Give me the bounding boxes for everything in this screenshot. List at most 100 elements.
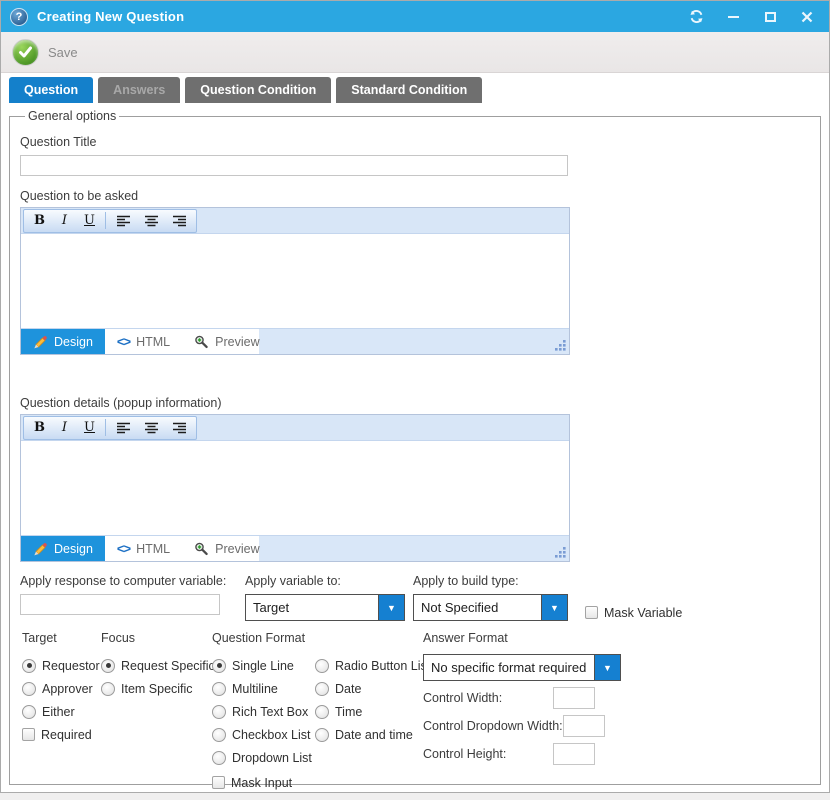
required-checkbox-row[interactable]: Required	[22, 723, 100, 746]
preview-tab[interactable]: Preview	[182, 329, 271, 354]
radio-option-approver[interactable]: Approver	[22, 677, 100, 700]
radio-icon[interactable]	[315, 728, 329, 742]
computer-variable-input[interactable]	[20, 594, 220, 615]
apply-variable-to-label: Apply variable to:	[245, 574, 413, 588]
maximize-icon[interactable]	[762, 9, 778, 25]
tab-standard-condition[interactable]: Standard Condition	[336, 77, 482, 103]
tab-answers-label: Answers	[113, 83, 165, 97]
general-options-group: General options Question Title Question …	[9, 109, 821, 785]
control-width-input[interactable]	[553, 687, 595, 709]
radio-label: Date	[335, 682, 361, 696]
align-center-icon[interactable]	[137, 418, 165, 438]
radio-option-date[interactable]: Date	[315, 677, 430, 700]
bold-icon[interactable]: B	[27, 211, 52, 231]
required-checkbox[interactable]	[22, 728, 35, 741]
underline-icon[interactable]: U	[77, 211, 102, 231]
mask-input-checkbox[interactable]	[212, 776, 225, 789]
align-right-icon[interactable]	[165, 418, 193, 438]
design-tab-label: Design	[54, 542, 93, 556]
tab-question[interactable]: Question	[9, 77, 93, 103]
radio-icon[interactable]	[212, 751, 226, 765]
details-editor-toolbar: B I U	[21, 415, 569, 441]
italic-icon[interactable]: I	[52, 418, 77, 438]
resize-grip-icon[interactable]	[555, 340, 566, 351]
radio-option-requestor[interactable]: Requestor	[22, 654, 100, 677]
dropdown-arrow-glyph: ▼	[603, 663, 612, 673]
radio-icon[interactable]	[212, 705, 226, 719]
preview-tab[interactable]: Preview	[182, 536, 271, 561]
tab-answers[interactable]: Answers	[98, 77, 180, 103]
mask-input-checkbox-row[interactable]: Mask Input	[212, 771, 315, 793]
apply-variable-to-dropdown[interactable]: Target ▼	[245, 594, 405, 621]
radio-option-multiline[interactable]: Multiline	[212, 677, 315, 700]
bold-glyph: B	[34, 213, 45, 228]
control-dropdown-width-input[interactable]	[563, 715, 605, 737]
mask-variable-checkbox[interactable]	[585, 606, 598, 619]
tab-question-condition[interactable]: Question Condition	[185, 77, 331, 103]
save-button[interactable]: Save	[12, 39, 78, 66]
radio-icon[interactable]	[212, 728, 226, 742]
radio-label: Request Specific	[121, 659, 215, 673]
apply-build-type-dropdown[interactable]: Not Specified ▼	[413, 594, 568, 621]
underline-icon[interactable]: U	[77, 418, 102, 438]
details-editor-body[interactable]	[21, 441, 569, 535]
dropdown-arrow-icon[interactable]: ▼	[378, 595, 404, 620]
radio-icon[interactable]	[22, 705, 36, 719]
close-icon[interactable]	[799, 9, 815, 25]
dropdown-arrow-icon[interactable]: ▼	[541, 595, 567, 620]
design-tab[interactable]: Design	[21, 536, 105, 561]
radio-option-dropdown-list[interactable]: Dropdown List	[212, 746, 315, 769]
radio-icon[interactable]	[212, 659, 226, 673]
radio-icon[interactable]	[101, 659, 115, 673]
align-left-icon[interactable]	[109, 418, 137, 438]
titlebar-controls	[688, 9, 815, 25]
align-left-icon[interactable]	[109, 211, 137, 231]
radio-option-checkbox-list[interactable]: Checkbox List	[212, 723, 315, 746]
italic-icon[interactable]: I	[52, 211, 77, 231]
radio-option-single-line[interactable]: Single Line	[212, 654, 315, 677]
align-right-icon[interactable]	[165, 211, 193, 231]
radio-label: Requestor	[42, 659, 100, 673]
html-tab[interactable]: <> HTML	[105, 536, 182, 561]
answer-format-dropdown[interactable]: No specific format required ▼	[423, 654, 621, 681]
creating-new-question-dialog: ? Creating New Question Save	[0, 0, 830, 793]
align-center-icon[interactable]	[137, 211, 165, 231]
radio-icon[interactable]	[315, 705, 329, 719]
radio-option-either[interactable]: Either	[22, 700, 100, 723]
radio-option-item-specific[interactable]: Item Specific	[101, 677, 215, 700]
radio-icon[interactable]	[315, 659, 329, 673]
question-title-input[interactable]	[20, 155, 568, 176]
radio-label: Date and time	[335, 728, 413, 742]
refresh-icon[interactable]	[688, 9, 704, 25]
help-glyph: ?	[16, 11, 23, 23]
radio-icon[interactable]	[22, 659, 36, 673]
html-tab[interactable]: <> HTML	[105, 329, 182, 354]
focus-heading: Focus	[101, 631, 215, 645]
radio-option-radio-button-list[interactable]: Radio Button List	[315, 654, 430, 677]
dropdown-arrow-icon[interactable]: ▼	[594, 655, 620, 680]
control-height-input[interactable]	[553, 743, 595, 765]
bold-icon[interactable]: B	[27, 418, 52, 438]
required-label: Required	[41, 728, 92, 742]
minimize-icon[interactable]	[725, 9, 741, 25]
radio-icon[interactable]	[315, 682, 329, 696]
radio-option-request-specific[interactable]: Request Specific	[101, 654, 215, 677]
format-button-group: B I U	[23, 416, 197, 440]
radio-option-time[interactable]: Time	[315, 700, 430, 723]
radio-label: Multiline	[232, 682, 278, 696]
design-tab[interactable]: Design	[21, 329, 105, 354]
question-details-label: Question details (popup information)	[20, 396, 820, 410]
question-format-group: Question Format Single Line Multiline	[212, 631, 430, 793]
resize-grip-icon[interactable]	[555, 547, 566, 558]
mask-variable-row: Mask Variable	[585, 604, 682, 621]
save-label: Save	[48, 45, 78, 60]
radio-option-rich-text-box[interactable]: Rich Text Box	[212, 700, 315, 723]
help-icon[interactable]: ?	[10, 8, 28, 26]
question-editor-body[interactable]	[21, 234, 569, 328]
mask-variable-label: Mask Variable	[604, 606, 682, 620]
radio-option-date-and-time[interactable]: Date and time	[315, 723, 430, 746]
toolbar-separator	[105, 212, 106, 229]
radio-icon[interactable]	[212, 682, 226, 696]
radio-icon[interactable]	[22, 682, 36, 696]
radio-icon[interactable]	[101, 682, 115, 696]
